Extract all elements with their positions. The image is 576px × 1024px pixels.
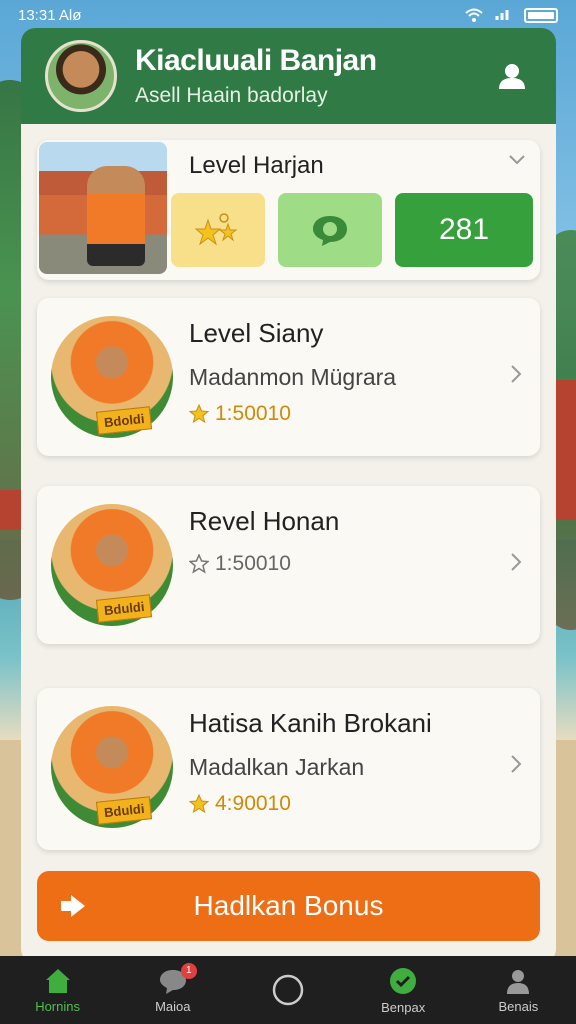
player-photo: [39, 142, 167, 274]
level-summary-card[interactable]: Level Harjan 281: [37, 140, 540, 280]
star-filled-icon: [189, 794, 209, 814]
nav-profile[interactable]: Benais: [468, 967, 568, 1014]
nav-label: Benais: [498, 998, 539, 1014]
bonus-button-label: Hadlkan Bonus: [193, 890, 384, 921]
home-icon: [45, 968, 70, 993]
level-card[interactable]: Bduldi Revel Honan 1:50010: [37, 486, 540, 644]
level-tag: Bduldi: [95, 594, 153, 623]
chevron-right-icon[interactable]: [510, 552, 522, 572]
chevron-right-icon[interactable]: [510, 754, 522, 774]
check-icon: [390, 967, 417, 994]
header: Kiacluuali Banjan Asell Haain badorlay: [21, 28, 556, 124]
level-rating-value: 1:50010: [215, 552, 291, 575]
status-time: 13:31 Alø: [18, 6, 82, 24]
header-titles: Kiacluuali Banjan Asell Haain badorlay: [135, 44, 492, 108]
level-name: Revel Honan: [189, 506, 340, 536]
stars-icon: [194, 213, 238, 246]
header-subtitle: Asell Haain badorlay: [135, 84, 328, 107]
status-icons: [464, 7, 558, 23]
nav-rewards[interactable]: Benpax: [353, 966, 453, 1015]
chevron-right-icon[interactable]: [510, 364, 522, 384]
level-rating: 1:50010: [189, 402, 291, 426]
app-panel: Kiacluuali Banjan Asell Haain badorlay L…: [21, 28, 556, 963]
level-card[interactable]: Bdoldi Level Siany Madanmon Mügrara 1:50…: [37, 298, 540, 456]
nav-label: Benpax: [381, 999, 426, 1015]
profile-icon: [507, 969, 530, 994]
stars-stat[interactable]: [171, 193, 265, 267]
chat-stat[interactable]: [278, 193, 382, 267]
level-summary-label: Level Harjan: [189, 152, 324, 179]
player-figure: [87, 166, 145, 266]
nav-label: Maioa: [155, 998, 191, 1014]
user-button[interactable]: [492, 56, 532, 96]
nav-messages[interactable]: 1 Maioa: [123, 962, 223, 1014]
signal-icon: [495, 10, 509, 20]
level-tag: Bduldi: [95, 796, 153, 825]
wifi-icon: [465, 8, 483, 22]
battery-icon: [524, 7, 558, 23]
arrow-icon: [61, 895, 85, 917]
chat-bubble-icon: [313, 216, 347, 246]
level-card[interactable]: Bduldi Hatisa Kanih Brokani Madalkan Jar…: [37, 688, 540, 850]
level-thumbnail: Bduldi: [51, 504, 173, 626]
level-name: Hatisa Kanih Brokani: [189, 708, 432, 738]
hut-left: [0, 490, 22, 530]
user-icon: [499, 64, 525, 89]
nav-home[interactable]: Hornins: [8, 967, 108, 1014]
status-bar: 13:31 Alø: [0, 0, 576, 30]
nav-label: Hornins: [35, 998, 80, 1014]
header-title: Kiacluuali Banjan: [135, 44, 377, 77]
notification-badge: 1: [180, 962, 197, 979]
level-rating: 1:50010: [189, 552, 291, 576]
level-name: Level Siany: [189, 318, 324, 348]
level-rating: 4:90010: [189, 792, 291, 816]
level-thumbnail: Bdoldi: [51, 316, 173, 438]
avatar[interactable]: [45, 40, 117, 112]
bonus-button[interactable]: Hadlkan Bonus: [37, 871, 540, 941]
level-thumbnail: Bduldi: [51, 706, 173, 828]
nav-center[interactable]: [238, 973, 338, 1007]
level-rating-value: 4:90010: [215, 792, 291, 815]
level-rating-value: 1:50010: [215, 402, 291, 425]
level-tag: Bdoldi: [95, 406, 153, 435]
circle-icon: [272, 974, 304, 1006]
star-filled-icon: [189, 404, 209, 424]
bottom-nav: Hornins 1 Maioa Benpax Benais: [0, 956, 576, 1024]
chevron-down-icon[interactable]: [508, 154, 526, 166]
score-badge[interactable]: 281: [395, 193, 533, 267]
level-desc: Madalkan Jarkan: [189, 754, 365, 780]
star-outline-icon: [189, 554, 209, 574]
level-desc: Madanmon Mügrara: [189, 364, 397, 390]
